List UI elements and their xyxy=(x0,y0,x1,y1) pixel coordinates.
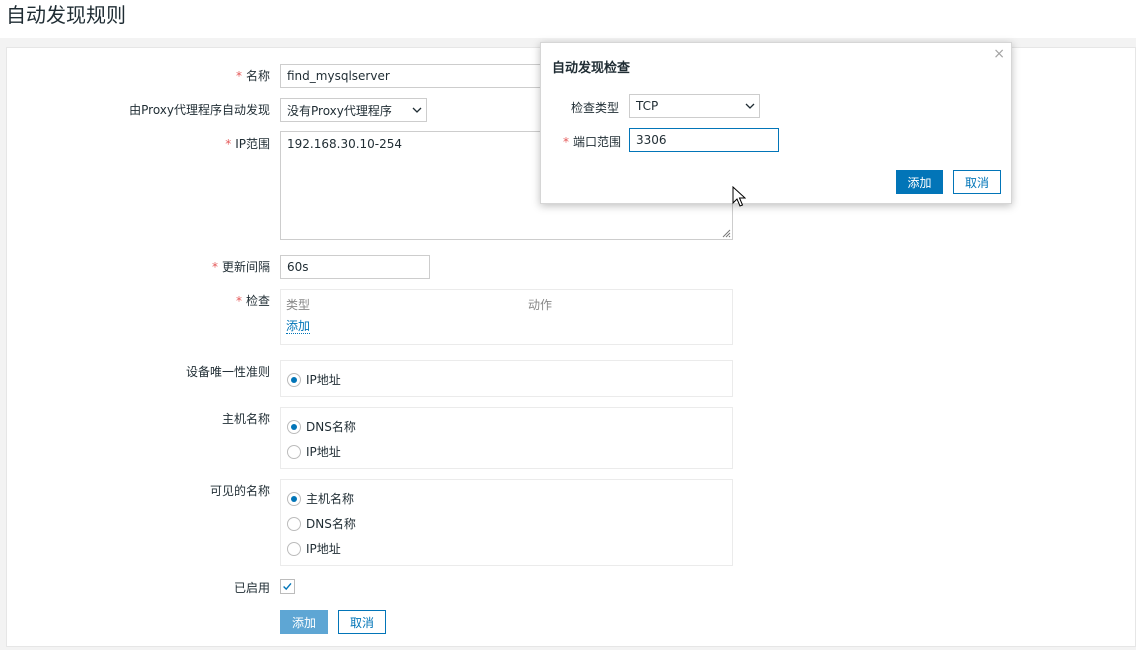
checks-label: * 检查 xyxy=(235,294,270,308)
discovery-check-dialog: 自动发现检查 × 检查类型 TCP * 端口范围 3306 添加 取消 xyxy=(540,42,1012,204)
close-icon[interactable]: × xyxy=(993,46,1005,62)
uniqueness-option-ip[interactable]: IP地址 xyxy=(287,371,341,388)
check-type-label: 检查类型 xyxy=(571,101,620,115)
host-name-group: DNS名称 IP地址 xyxy=(280,407,733,469)
checks-table: 类型 动作 添加 xyxy=(280,289,733,345)
proxy-label: 由Proxy代理程序自动发现 xyxy=(129,103,270,117)
ip-range-value: 192.168.30.10-254 xyxy=(287,137,403,151)
visible-name-label: 可见的名称 xyxy=(209,484,270,498)
radio-button[interactable] xyxy=(287,372,301,387)
resize-handle-icon[interactable] xyxy=(722,229,731,238)
uniqueness-group: IP地址 xyxy=(280,360,733,397)
host-name-option-ip[interactable]: IP地址 xyxy=(287,443,341,460)
page-title: 自动发现规则 xyxy=(6,3,126,27)
radio-button[interactable] xyxy=(287,444,301,459)
form-cancel-button[interactable]: 取消 xyxy=(338,610,386,634)
dialog-cancel-button[interactable]: 取消 xyxy=(953,170,1001,194)
visible-name-option-dns[interactable]: DNS名称 xyxy=(287,515,356,532)
chevron-down-icon xyxy=(745,103,755,109)
host-name-label: 主机名称 xyxy=(221,412,270,426)
radio-button[interactable] xyxy=(287,541,301,556)
chevron-down-icon xyxy=(412,107,422,113)
radio-label: DNS名称 xyxy=(306,420,356,434)
enabled-label: 已启用 xyxy=(233,581,270,595)
check-type-value: TCP xyxy=(636,99,659,113)
checkmark-icon xyxy=(283,583,292,591)
radio-label: IP地址 xyxy=(306,542,341,556)
radio-button[interactable] xyxy=(287,419,301,434)
host-name-option-dns[interactable]: DNS名称 xyxy=(287,418,356,435)
add-check-link[interactable]: 添加 xyxy=(286,319,311,334)
checks-col-action: 动作 xyxy=(528,298,553,312)
radio-label: 主机名称 xyxy=(306,492,355,506)
dialog-add-button[interactable]: 添加 xyxy=(896,170,943,194)
update-interval-input[interactable]: 60s xyxy=(280,255,430,279)
proxy-select[interactable]: 没有Proxy代理程序 xyxy=(280,98,427,122)
visible-name-group: 主机名称 DNS名称 IP地址 xyxy=(280,479,733,566)
dialog-title: 自动发现检查 xyxy=(552,61,631,76)
form-add-button[interactable]: 添加 xyxy=(280,610,328,634)
name-label: * 名称 xyxy=(235,69,270,83)
update-interval-label: * 更新间隔 xyxy=(211,260,270,274)
radio-button[interactable] xyxy=(287,516,301,531)
mouse-pointer-icon xyxy=(732,186,746,207)
radio-button[interactable] xyxy=(287,491,301,506)
check-type-select[interactable]: TCP xyxy=(629,94,760,118)
port-range-label: * 端口范围 xyxy=(563,135,622,149)
enabled-checkbox[interactable] xyxy=(280,579,295,594)
name-input[interactable]: find_mysqlserver xyxy=(280,64,542,88)
ip-range-label: * IP范围 xyxy=(225,137,270,151)
visible-name-option-ip[interactable]: IP地址 xyxy=(287,540,341,557)
visible-name-option-host[interactable]: 主机名称 xyxy=(287,490,354,507)
radio-label: DNS名称 xyxy=(306,517,356,531)
proxy-select-value: 没有Proxy代理程序 xyxy=(287,103,392,118)
radio-label: IP地址 xyxy=(306,445,341,459)
uniqueness-label: 设备唯一性准则 xyxy=(185,365,270,379)
checks-col-type: 类型 xyxy=(286,298,311,312)
port-range-input[interactable]: 3306 xyxy=(629,128,779,152)
radio-label: IP地址 xyxy=(306,373,341,387)
